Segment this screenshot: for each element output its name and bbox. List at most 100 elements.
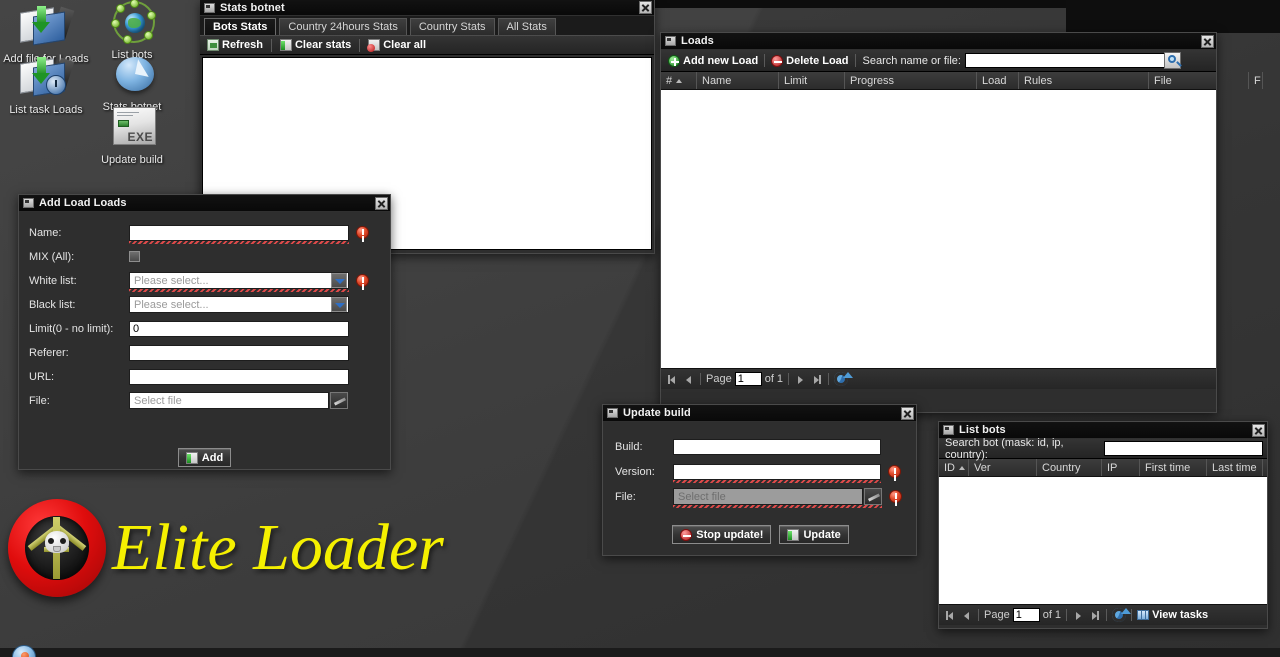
stats-toolbar: Refresh Clear stats Clear all: [200, 36, 654, 55]
close-icon[interactable]: [375, 196, 388, 210]
previous-page-button[interactable]: [960, 609, 973, 622]
loads-pager: Page of 1: [661, 368, 1216, 389]
column-header-ver[interactable]: Ver: [969, 459, 1037, 476]
mix-checkbox[interactable]: [129, 251, 140, 262]
url-input[interactable]: [129, 368, 349, 385]
first-page-button[interactable]: [666, 373, 679, 386]
column-header-country[interactable]: Country: [1037, 459, 1102, 476]
refresh-button[interactable]: Refresh: [204, 39, 266, 51]
refresh-icon: [207, 39, 219, 51]
tab-country-stats[interactable]: Country Stats: [409, 18, 495, 35]
error-icon: [356, 226, 369, 239]
window-icon: [607, 408, 618, 418]
clear-all-button[interactable]: Clear all: [365, 39, 429, 52]
column-header-first-time[interactable]: First time: [1140, 459, 1207, 476]
browse-file-button[interactable]: [864, 488, 882, 505]
white-list-select[interactable]: Please select...: [129, 272, 349, 289]
close-icon[interactable]: [639, 1, 652, 14]
error-icon: [889, 490, 902, 503]
clear-stats-label: Clear stats: [294, 39, 352, 51]
column-header-last-time[interactable]: Last time: [1207, 459, 1263, 476]
loads-grid-body: [661, 90, 1216, 368]
next-page-button[interactable]: [794, 373, 807, 386]
black-list-select[interactable]: Please select...: [129, 296, 349, 313]
last-page-button[interactable]: [1088, 609, 1101, 622]
form-row-limit: Limit(0 - no limit):: [29, 320, 380, 337]
column-header-limit[interactable]: Limit: [779, 72, 845, 89]
search-bot-input[interactable]: [1104, 441, 1263, 456]
file-input[interactable]: Select file: [129, 392, 329, 409]
desktop-icon-list-task-loads[interactable]: List task Loads: [0, 55, 92, 117]
update-build-titlebar[interactable]: Update build: [603, 405, 916, 422]
limit-input[interactable]: [129, 320, 349, 337]
add-load-titlebar[interactable]: Add Load Loads: [19, 195, 390, 212]
loads-search-group: [964, 52, 1181, 69]
page-number-input[interactable]: [1012, 608, 1040, 622]
column-header-load[interactable]: Load: [977, 72, 1019, 89]
column-header-file[interactable]: File: [1149, 72, 1249, 89]
reload-icon[interactable]: [834, 372, 854, 386]
previous-page-button[interactable]: [682, 373, 695, 386]
search-button[interactable]: [1163, 52, 1181, 69]
tab-bots-stats[interactable]: Bots Stats: [204, 18, 277, 35]
view-tasks-button[interactable]: View tasks: [1152, 609, 1208, 621]
desktop-icon-area: Add file for Loads List bots List task L…: [0, 0, 200, 195]
build-input[interactable]: [673, 438, 881, 455]
search-input[interactable]: [964, 53, 1165, 68]
file-label: File:: [29, 394, 50, 407]
desktop-icon-update-build[interactable]: EXE Update build: [86, 105, 178, 167]
add-button[interactable]: Add: [177, 448, 232, 467]
file-input[interactable]: Select file: [673, 488, 863, 505]
close-icon[interactable]: [1252, 423, 1265, 437]
chevron-down-icon[interactable]: [331, 273, 347, 288]
column-header-id[interactable]: ID: [939, 459, 969, 476]
elite-loader-logo: Elite Loader: [8, 498, 458, 598]
column-header-name[interactable]: Name: [697, 72, 779, 89]
tab-all-stats[interactable]: All Stats: [497, 18, 556, 35]
reload-icon[interactable]: [1112, 608, 1132, 622]
add-load-actions: Add: [29, 448, 380, 467]
name-input[interactable]: [129, 224, 349, 241]
stats-botnet-titlebar[interactable]: Stats botnet: [200, 0, 654, 16]
stop-update-button[interactable]: Stop update!: [672, 525, 772, 544]
page-label: Page: [984, 609, 1010, 621]
chevron-down-icon[interactable]: [331, 297, 347, 312]
close-icon[interactable]: [901, 406, 914, 420]
globe-network-icon: [104, 0, 160, 46]
window-title: Stats botnet: [220, 1, 285, 14]
first-page-button[interactable]: [944, 609, 957, 622]
sort-ascending-icon: [676, 79, 683, 84]
form-row-version: Version:: [615, 463, 906, 483]
page-number-input[interactable]: [734, 372, 762, 386]
file-placeholder: Select file: [678, 490, 726, 503]
browse-file-button[interactable]: [330, 392, 348, 409]
tab-country-24hours-stats[interactable]: Country 24hours Stats: [279, 18, 407, 35]
loads-titlebar[interactable]: Loads: [661, 33, 1216, 50]
close-icon[interactable]: [1201, 34, 1214, 48]
version-input[interactable]: [673, 463, 881, 480]
column-header-partial[interactable]: F: [1249, 72, 1263, 89]
form-row-file: File: Select file: [615, 488, 906, 508]
column-header-progress[interactable]: Progress: [845, 72, 977, 89]
delete-load-label: Delete Load: [786, 54, 849, 67]
clear-stats-button[interactable]: Clear stats: [277, 39, 354, 51]
sort-ascending-icon: [959, 466, 965, 471]
delete-load-button[interactable]: Delete Load: [768, 54, 851, 67]
referer-input[interactable]: [129, 344, 349, 361]
list-bots-pager: Page of 1 View tasks: [939, 604, 1267, 625]
last-page-button[interactable]: [810, 373, 823, 386]
column-header-number[interactable]: #: [661, 72, 697, 89]
add-new-load-button[interactable]: Add new Load: [665, 54, 761, 67]
add-button-label: Add: [201, 451, 224, 464]
limit-label: Limit(0 - no limit):: [29, 322, 114, 335]
stop-icon: [680, 528, 693, 541]
column-header-rules[interactable]: Rules: [1019, 72, 1149, 89]
next-page-button[interactable]: [1072, 609, 1085, 622]
loads-window: Loads Add new Load Delete Load Search na…: [660, 32, 1263, 413]
update-button[interactable]: Update: [779, 525, 849, 544]
column-header-ip[interactable]: IP: [1102, 459, 1140, 476]
update-label: Update: [803, 528, 841, 541]
taskbar-orb-icon[interactable]: [12, 645, 36, 657]
form-row-build: Build:: [615, 438, 906, 455]
add-icon: [185, 451, 198, 464]
